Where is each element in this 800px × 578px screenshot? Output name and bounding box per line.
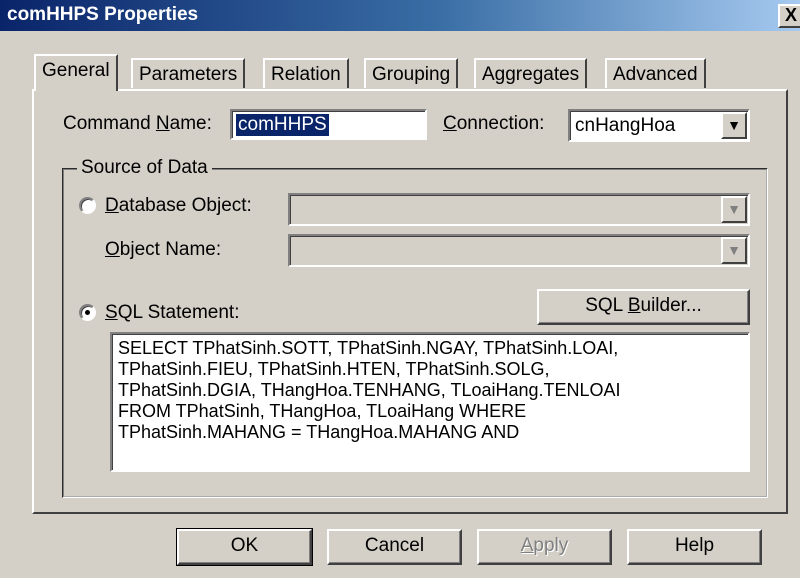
cancel-button[interactable]: Cancel [327, 529, 462, 565]
object-name-label: Object Name: [105, 239, 222, 260]
ok-button[interactable]: OK [176, 528, 313, 566]
tab-grouping[interactable]: Grouping [364, 58, 459, 88]
source-of-data-title: Source of Data [77, 157, 212, 179]
properties-dialog: comHHPS Properties X General Parameters … [0, 0, 800, 578]
connection-select[interactable]: cnHangHoa ▼ [568, 109, 750, 142]
database-object-radio[interactable] [79, 197, 96, 214]
tab-label: Aggregates [482, 64, 580, 85]
tab-label: Grouping [372, 64, 451, 85]
apply-button[interactable]: Apply [477, 529, 612, 565]
tab-general[interactable]: General [34, 54, 118, 91]
tab-aggregates[interactable]: Aggregates [474, 58, 588, 88]
tab-relation[interactable]: Relation [263, 58, 349, 88]
connection-label: Connection: [443, 113, 545, 134]
close-icon: X [784, 5, 797, 25]
title-bar[interactable]: comHHPS Properties X [0, 0, 800, 31]
command-name-input[interactable]: comHHPS [230, 109, 427, 140]
object-name-select[interactable]: ▼ [288, 234, 750, 267]
tab-label: Relation [271, 64, 341, 85]
tab-parameters[interactable]: Parameters [131, 58, 246, 88]
command-name-label: Command Name: [63, 113, 212, 134]
sql-statement-label: SQL Statement: [105, 302, 240, 323]
command-name-value: comHHPS [236, 114, 329, 136]
database-object-label: Database Object: [105, 195, 252, 216]
sql-statement-radio[interactable] [79, 304, 96, 321]
chevron-down-icon: ▼ [721, 196, 747, 223]
sql-builder-button[interactable]: SQL Builder... [537, 289, 750, 325]
tab-label: General [42, 60, 110, 81]
sql-statement-text: SELECT TPhatSinh.SOTT, TPhatSinh.NGAY, T… [118, 338, 621, 442]
chevron-down-icon: ▼ [721, 237, 747, 264]
connection-value: cnHangHoa [575, 115, 676, 136]
tab-label: Advanced [613, 64, 698, 85]
sql-statement-textarea[interactable]: SELECT TPhatSinh.SOTT, TPhatSinh.NGAY, T… [110, 332, 750, 472]
chevron-down-icon[interactable]: ▼ [721, 112, 747, 139]
tab-label: Parameters [139, 64, 238, 85]
database-object-select[interactable]: ▼ [288, 193, 750, 226]
window-title: comHHPS Properties [7, 4, 199, 25]
help-button[interactable]: Help [627, 529, 762, 565]
tab-advanced[interactable]: Advanced [605, 58, 706, 88]
close-button[interactable]: X [778, 4, 800, 28]
